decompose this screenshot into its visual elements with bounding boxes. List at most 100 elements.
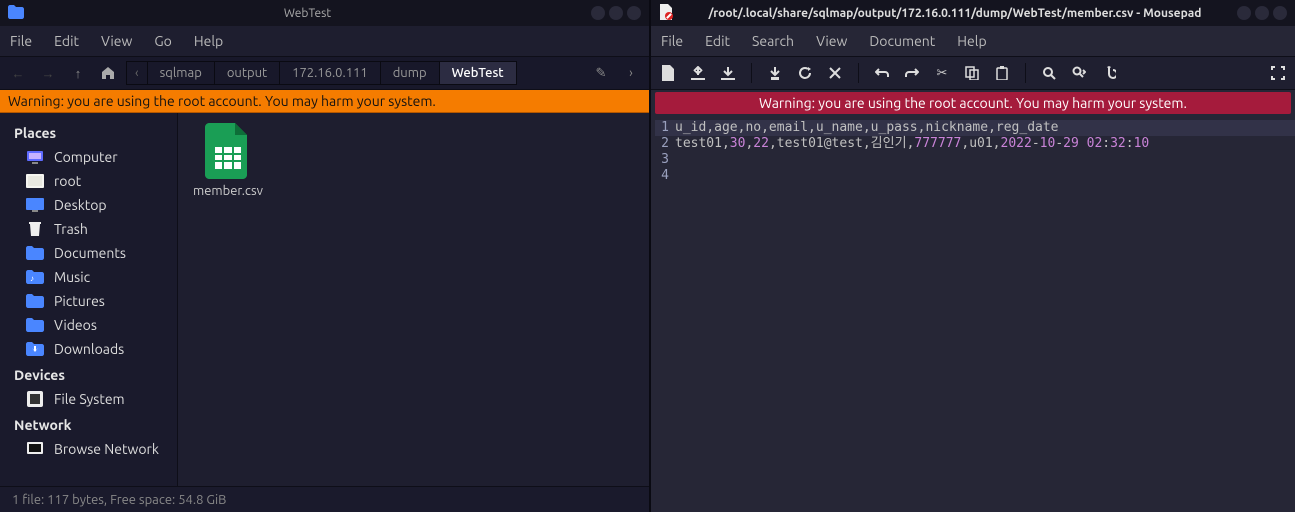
minimize-button[interactable] <box>591 6 605 20</box>
crumb-output[interactable]: output <box>214 61 279 85</box>
line-number: 2 <box>655 136 669 152</box>
code-line[interactable]: 2 test01,30,22,test01@test,김인기,777777,u0… <box>655 136 1295 152</box>
redo-button[interactable] <box>903 64 921 82</box>
code-line[interactable]: 4 <box>655 168 1295 184</box>
crumb-dump[interactable]: dump <box>380 61 439 85</box>
statusbar: 1 file: 117 bytes, Free space: 54.8 GiB <box>0 486 649 512</box>
paste-button[interactable] <box>993 64 1011 82</box>
network-header: Network <box>4 413 173 437</box>
trash-icon <box>26 221 44 237</box>
ed-titlebar[interactable]: /root/.local/share/sqlmap/output/172.16.… <box>651 0 1295 26</box>
menu-view[interactable]: View <box>816 33 847 49</box>
menu-file[interactable]: File <box>661 33 683 49</box>
close-button[interactable] <box>627 6 641 20</box>
sidebar-item-trash[interactable]: Trash <box>4 217 173 241</box>
ed-menubar: File Edit Search View Document Help <box>651 26 1295 56</box>
sidebar-item-computer[interactable]: Computer <box>4 145 173 169</box>
documents-icon <box>26 245 44 261</box>
fm-toolbar: ← → ↑ ‹ sqlmap output 172.16.0.111 dump … <box>0 56 649 90</box>
copy-button[interactable] <box>963 64 981 82</box>
fm-menubar: File Edit View Go Help <box>0 26 649 56</box>
minimize-button[interactable] <box>1237 6 1251 20</box>
code-line[interactable]: 1 u_id,age,no,email,u_name,u_pass,nickna… <box>655 120 1295 136</box>
code-text: test01,30,22,test01@test,김인기,777777,u01,… <box>675 136 1149 152</box>
nav-up-button[interactable]: ↑ <box>66 61 90 85</box>
cut-button[interactable]: ✂ <box>933 64 951 82</box>
menu-edit[interactable]: Edit <box>705 33 730 49</box>
downloads-icon <box>26 341 44 357</box>
menu-help[interactable]: Help <box>957 33 986 49</box>
sidebar-item-browse-network[interactable]: Browse Network <box>4 437 173 461</box>
menu-document[interactable]: Document <box>869 33 935 49</box>
sidebar-item-music[interactable]: ♪ Music <box>4 265 173 289</box>
crumb-ip[interactable]: 172.16.0.111 <box>279 61 380 85</box>
new-file-button[interactable] <box>659 64 677 82</box>
sidebar-item-label: Downloads <box>54 341 124 357</box>
goto-button[interactable] <box>1100 64 1118 82</box>
sidebar-item-label: Pictures <box>54 293 105 309</box>
sidebar-item-label: Desktop <box>54 197 107 213</box>
sidebar-item-root[interactable]: root <box>4 169 173 193</box>
sidebar-item-filesystem[interactable]: File System <box>4 387 173 411</box>
close-doc-button[interactable] <box>826 64 844 82</box>
sidebar-item-label: Documents <box>54 245 126 261</box>
menu-go[interactable]: Go <box>154 33 171 49</box>
menu-file[interactable]: File <box>10 33 32 49</box>
devices-header: Devices <box>4 363 173 387</box>
breadcrumb-prev[interactable]: ‹ <box>126 61 147 85</box>
sidebar-item-label: Computer <box>54 149 118 165</box>
crumb-webtest[interactable]: WebTest <box>439 61 517 85</box>
sidebar-item-label: File System <box>54 391 125 407</box>
reload-button[interactable] <box>796 64 814 82</box>
save-file-button[interactable] <box>719 64 737 82</box>
crumb-sqlmap[interactable]: sqlmap <box>147 61 214 85</box>
sidebar-item-label: Browse Network <box>54 441 159 457</box>
line-number: 3 <box>655 152 669 168</box>
ed-title: /root/.local/share/sqlmap/output/172.16.… <box>681 7 1229 20</box>
breadcrumb-next[interactable]: › <box>619 61 643 85</box>
save-as-button[interactable] <box>766 64 784 82</box>
find-button[interactable] <box>1040 64 1058 82</box>
computer-icon <box>26 149 44 165</box>
menu-view[interactable]: View <box>101 33 132 49</box>
spreadsheet-icon <box>205 123 251 179</box>
open-file-button[interactable] <box>689 64 707 82</box>
breadcrumb: ‹ sqlmap output 172.16.0.111 dump WebTes… <box>126 61 583 85</box>
sidebar-item-pictures[interactable]: Pictures <box>4 289 173 313</box>
code-line[interactable]: 3 <box>655 152 1295 168</box>
maximize-button[interactable] <box>609 6 623 20</box>
sidebar-item-label: root <box>54 173 81 189</box>
status-text: 1 file: 117 bytes, Free space: 54.8 GiB <box>12 493 226 507</box>
sidebar-item-videos[interactable]: Videos <box>4 313 173 337</box>
editor[interactable]: 1 u_id,age,no,email,u_name,u_pass,nickna… <box>651 116 1295 512</box>
close-button[interactable] <box>1273 6 1287 20</box>
mousepad-window: /root/.local/share/sqlmap/output/172.16.… <box>651 0 1295 512</box>
menu-edit[interactable]: Edit <box>54 33 79 49</box>
folder-icon <box>8 5 24 22</box>
nav-home-button[interactable] <box>96 61 120 85</box>
root-warning: Warning: you are using the root account.… <box>0 90 649 113</box>
sidebar-item-downloads[interactable]: Downloads <box>4 337 173 361</box>
sidebar-item-desktop[interactable]: Desktop <box>4 193 173 217</box>
undo-button[interactable] <box>873 64 891 82</box>
desktop-icon <box>26 197 44 213</box>
fullscreen-button[interactable] <box>1269 64 1287 82</box>
file-name: member.csv <box>188 184 268 198</box>
file-item[interactable]: member.csv <box>188 123 268 198</box>
fm-title: WebTest <box>32 7 583 20</box>
fm-titlebar[interactable]: WebTest <box>0 0 649 26</box>
drive-icon <box>26 391 44 407</box>
line-number: 1 <box>655 120 669 136</box>
nav-forward-button[interactable]: → <box>36 61 60 85</box>
network-icon <box>26 441 44 457</box>
file-view[interactable]: member.csv <box>178 113 649 486</box>
find-replace-button[interactable] <box>1070 64 1088 82</box>
menu-help[interactable]: Help <box>194 33 223 49</box>
places-header: Places <box>4 121 173 145</box>
nav-back-button[interactable]: ← <box>6 61 30 85</box>
sidebar-item-documents[interactable]: Documents <box>4 241 173 265</box>
menu-search[interactable]: Search <box>752 33 794 49</box>
code-text: u_id,age,no,email,u_name,u_pass,nickname… <box>675 120 1059 136</box>
edit-path-button[interactable]: ✎ <box>589 61 613 85</box>
maximize-button[interactable] <box>1255 6 1269 20</box>
